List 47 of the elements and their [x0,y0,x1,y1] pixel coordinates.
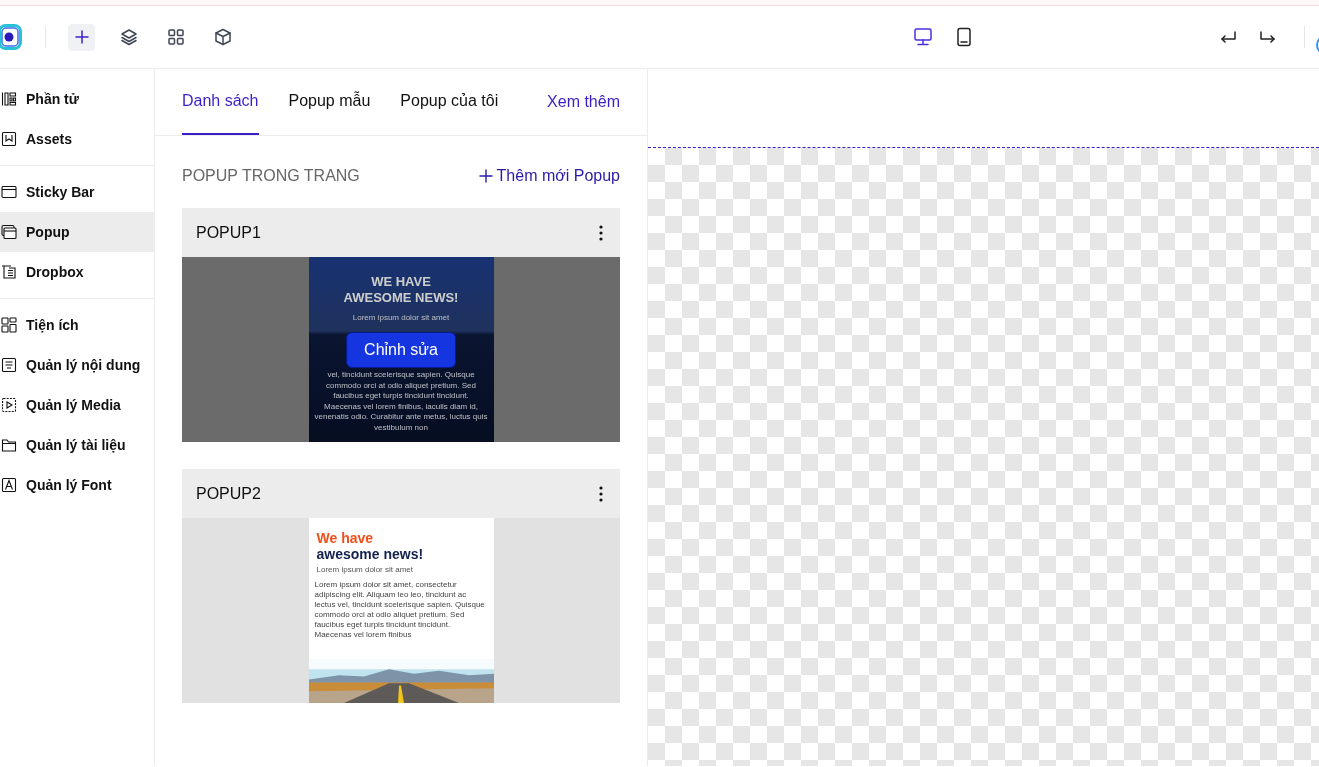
add-popup-link[interactable]: Thêm mới Popup [478,164,620,188]
sidebar-item[interactable]: Popup [0,212,154,252]
font-icon [0,477,18,493]
more-link[interactable]: Xem thêm [547,90,620,114]
cube-icon [213,28,232,46]
thumbnail-subtitle: Lorem ipsum dolor sit amet [315,564,414,576]
tab[interactable]: Popup mẫu [288,69,371,135]
section-title: POPUP TRONG TRANG [182,166,360,186]
thumbnail-heading: awesome news! [315,546,425,562]
sidebar-item[interactable]: Dropbox [0,252,154,292]
logo-icon [0,24,22,50]
popup-title: POPUP1 [196,222,261,243]
sidebar-item[interactable]: Quản lý nội dung [0,345,154,385]
sidebar-item[interactable]: Tiện ích [0,305,154,345]
plus-icon [478,169,493,183]
document-icon [0,357,18,373]
edit-button[interactable]: Chỉnh sửa [346,332,456,368]
tab[interactable]: Danh sách [182,69,259,135]
document-icon [0,264,18,280]
tablet-icon [954,27,974,47]
windows-icon [0,224,18,240]
bar-icon [0,184,18,200]
sidebar-item[interactable]: Quản lý tài liệu [0,425,154,465]
bookmark-icon [0,131,18,147]
folder-icon [0,437,18,453]
layers-icon [119,28,138,46]
sidebar-item[interactable]: Quản lý Media [0,385,154,425]
thumbnail-heading: We have [315,529,375,546]
thumbnail-subtitle: Lorem ipsum dolor sit amet [351,312,451,324]
thumbnail-heading: WE HAVE AWESOME NEWS! [342,273,460,306]
thumbnail-text: vel, tincidunt scelerisque sapien. Quisque commodo orci at odio aliquet pretium. Sed faucibus eget turpis tincidunt tincidunt. Maecenas vel lorem finibus, iaculis diam id, venenatis odio. Curabitur ante metus, luctus quis vestibulum non [313,370,489,433]
sidebar-item[interactable]: Sticky Bar [0,172,154,212]
tab[interactable]: Popup của tôi [400,69,499,135]
desktop-icon [913,27,933,47]
grid-icon [0,317,18,333]
grid-icon [166,28,185,46]
kebab-icon [599,485,603,502]
sidebar-item[interactable]: Quản lý Font [0,465,154,505]
kebab-icon [599,224,603,241]
layout-icon [0,91,18,107]
plus-icon [72,28,91,46]
thumbnail-text: Lorem ipsum dolor sit amet, consectetur adipiscing elit. Aliquam leo leo, tincidunt ac lectus vel, tincidunt scelerisque sapien. Quisque commodo orci at odio aliquet pretium. Sed faucibus eget turpis tincidunt tincidunt. Maecenas vel lorem finibus [313,579,486,640]
play-icon [0,397,18,413]
plus-button[interactable] [68,23,95,51]
sidebar-item[interactable]: Phần tử [0,79,154,119]
sidebar-item[interactable]: Assets [0,119,154,159]
popup-title: POPUP2 [196,483,261,504]
